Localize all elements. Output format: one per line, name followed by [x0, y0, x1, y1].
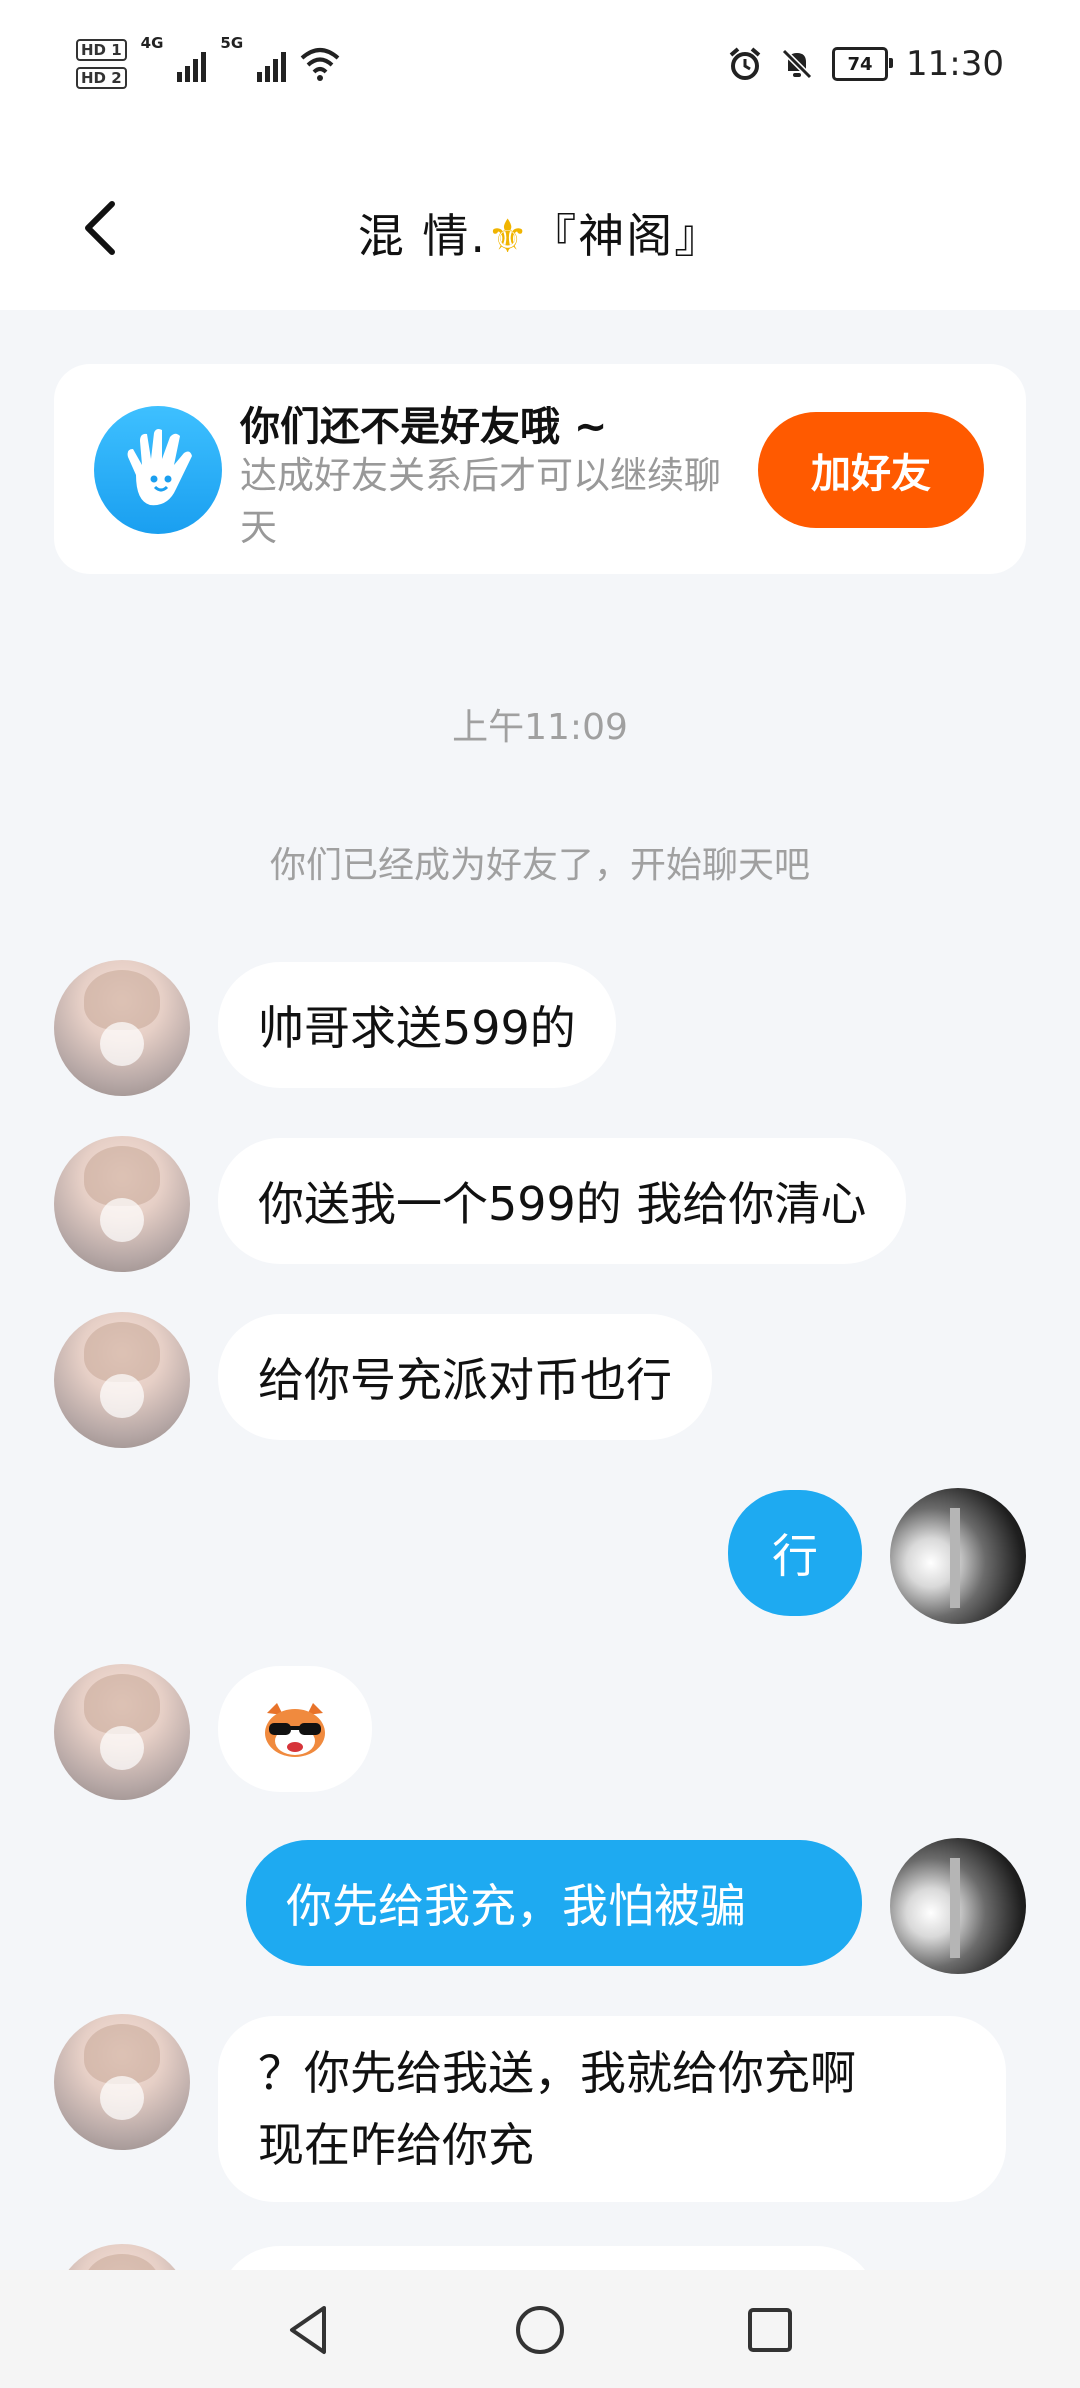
alarm-icon: [729, 47, 761, 80]
signal-icon-2: [257, 46, 287, 82]
message-bubble-incoming[interactable]: ？你先给我送，我就给你充啊 现在咋给你充: [218, 2016, 1006, 2202]
message-text: 行: [772, 1529, 818, 1583]
fleur-de-lis-icon: ⚜: [487, 209, 531, 263]
title-name: 混 情.: [357, 209, 487, 263]
message-text-line1: ？你先给我送，我就给你充啊: [258, 2046, 856, 2100]
contact-avatar[interactable]: [54, 2014, 190, 2150]
add-friend-card: 你们还不是好友哦 ~ 达成好友关系后才可以继续聊天 加好友: [54, 364, 1026, 574]
title-group: 『神阁』: [530, 209, 723, 263]
net1-label: 4G: [140, 34, 164, 52]
mute-bell-icon: [781, 48, 813, 80]
nav-home-icon[interactable]: [510, 2300, 570, 2360]
message-text-line2: 现在咋给你充: [258, 2118, 534, 2172]
battery-icon: 74: [832, 47, 894, 81]
message-bubble-incoming[interactable]: 帅哥求送599的: [218, 962, 616, 1088]
contact-avatar[interactable]: [54, 1312, 190, 1448]
friend-card-subtitle: 达成好友关系后才可以继续聊天: [240, 454, 721, 549]
friend-card-title: 你们还不是好友哦 ~: [240, 404, 608, 450]
hd1-badge: HD 1: [76, 39, 127, 61]
system-nav-bar: [0, 2270, 1080, 2388]
hd2-badge: HD 2: [76, 67, 127, 89]
chat-title: 混 情.⚜『神阁』: [0, 200, 1080, 266]
nav-back-icon[interactable]: [280, 2300, 340, 2360]
contact-avatar[interactable]: [54, 1136, 190, 1272]
waving-hand-icon: [94, 406, 222, 534]
add-friend-button[interactable]: 加好友: [758, 412, 984, 528]
message-bubble-incoming[interactable]: 你送我一个599的 我给你清心: [218, 1138, 907, 1264]
message-text: 给你号充派对币也行: [258, 1353, 672, 1407]
message-bubble-sticker[interactable]: [218, 1666, 372, 1792]
message-text: 你送我一个599的 我给你清心: [258, 1177, 867, 1231]
wifi-icon: [300, 48, 340, 81]
sunglasses-face-icon: [265, 1703, 325, 1757]
battery-level: 74: [847, 53, 873, 75]
contact-avatar[interactable]: [54, 1664, 190, 1800]
message-bubble-incoming[interactable]: 给你号充派对币也行: [218, 1314, 712, 1440]
signal-icon: [177, 46, 207, 82]
status-right: 74 11:30: [728, 36, 1004, 92]
message-bubble-outgoing[interactable]: 行: [728, 1490, 862, 1616]
message-text: 帅哥求送599的: [258, 1001, 576, 1055]
my-avatar[interactable]: [890, 1838, 1026, 1974]
status-bar: HD 1 HD 2 4G 5G 74 11:30: [0, 0, 1080, 130]
message-bubble-outgoing[interactable]: 你先给我充，我怕被骗: [246, 1840, 862, 1966]
my-avatar[interactable]: [890, 1488, 1026, 1624]
time-separator: 上午11:09: [452, 707, 628, 748]
net2-label: 5G: [220, 34, 244, 52]
chat-header: 混 情.⚜『神阁』: [0, 130, 1080, 310]
nav-recents-icon[interactable]: [740, 2300, 800, 2360]
system-message: 你们已经成为好友了，开始聊天吧: [269, 845, 810, 886]
status-left: HD 1 HD 2 4G 5G: [76, 34, 340, 94]
contact-avatar[interactable]: [54, 960, 190, 1096]
clock: 11:30: [906, 44, 1004, 84]
hd-indicator: HD 1 HD 2: [76, 39, 127, 89]
message-text: 你先给我充，我怕被骗: [286, 1879, 746, 1933]
